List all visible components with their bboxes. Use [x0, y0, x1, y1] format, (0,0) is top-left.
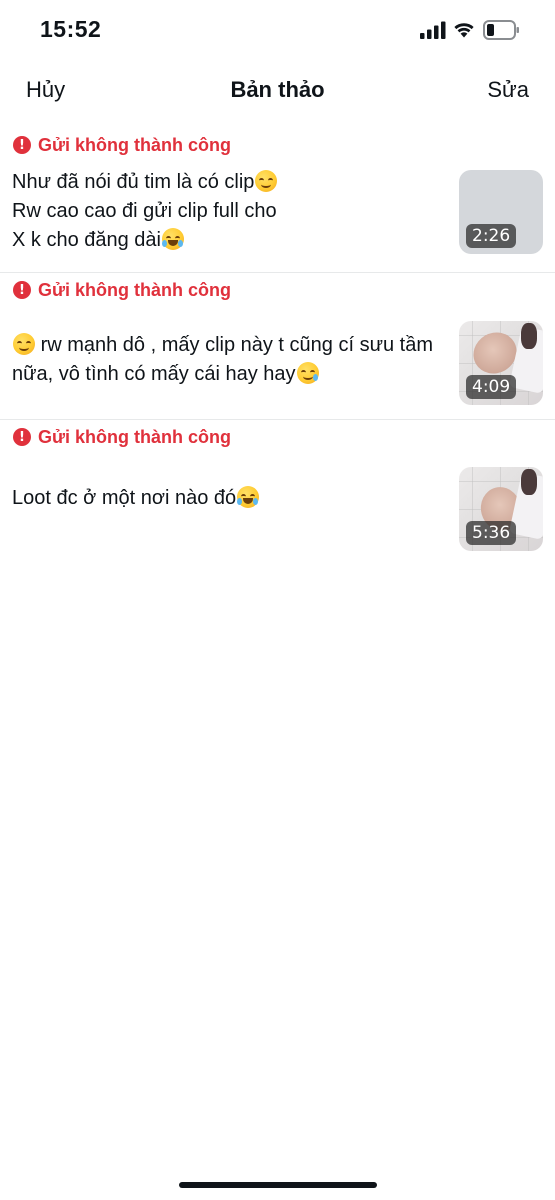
- status-bar: 15:52: [0, 0, 555, 60]
- smiling-face-icon: [13, 333, 35, 355]
- send-failed-row: ! Gửi không thành công: [13, 426, 231, 448]
- video-duration: 2:26: [466, 224, 517, 248]
- draft-text-line: X k cho đăng dài: [12, 226, 448, 255]
- laughing-tears-icon: [162, 228, 184, 250]
- status-time: 15:52: [40, 16, 102, 42]
- draft-text-line: Rw cao cao đi gửi clip full cho: [12, 200, 277, 222]
- send-failed-label: Gửi không thành công: [38, 279, 232, 300]
- draft-text: Loot đc ở một nơi nào đó: [12, 484, 448, 513]
- video-thumbnail[interactable]: 2:26: [459, 170, 543, 254]
- crying-face-icon: [296, 362, 319, 384]
- send-failed-label: Gửi không thành công: [38, 426, 232, 447]
- home-indicator[interactable]: [179, 1182, 377, 1188]
- video-duration: 5:36: [466, 521, 517, 545]
- video-thumbnail[interactable]: 5:36: [459, 467, 543, 551]
- page-title: Bản thảo: [230, 77, 325, 102]
- draft-text: rw mạnh dô , mấy clip này t cũng cí sưu …: [12, 333, 433, 385]
- drafts-list: ! Gửi không thành công Như đã nói đủ tim…: [0, 128, 555, 566]
- laughing-tears-icon: [237, 486, 260, 508]
- battery-icon: [483, 20, 519, 40]
- send-failed-row: ! Gửi không thành công: [13, 134, 231, 156]
- wifi-icon: [454, 23, 474, 38]
- smiling-face-icon: [255, 170, 278, 192]
- error-icon: !: [13, 136, 31, 154]
- send-failed-row: ! Gửi không thành công: [13, 279, 231, 301]
- cellular-signal-icon: [420, 21, 446, 39]
- send-failed-label: Gửi không thành công: [38, 134, 232, 155]
- error-icon: !: [13, 428, 31, 446]
- draft-text-line: Như đã nói đủ tim là có clip: [12, 168, 448, 197]
- edit-button[interactable]: Sửa: [487, 77, 529, 103]
- draft-item[interactable]: ! Gửi không thành công Như đã nói đủ tim…: [0, 128, 555, 273]
- video-thumbnail[interactable]: 4:09: [459, 321, 543, 405]
- error-icon: !: [13, 281, 31, 299]
- nav-bar: Hủy Bản thảo Sửa: [0, 68, 555, 112]
- draft-text: Như đã nói đủ tim là có clip Rw cao cao …: [12, 168, 448, 255]
- video-duration: 4:09: [466, 375, 517, 399]
